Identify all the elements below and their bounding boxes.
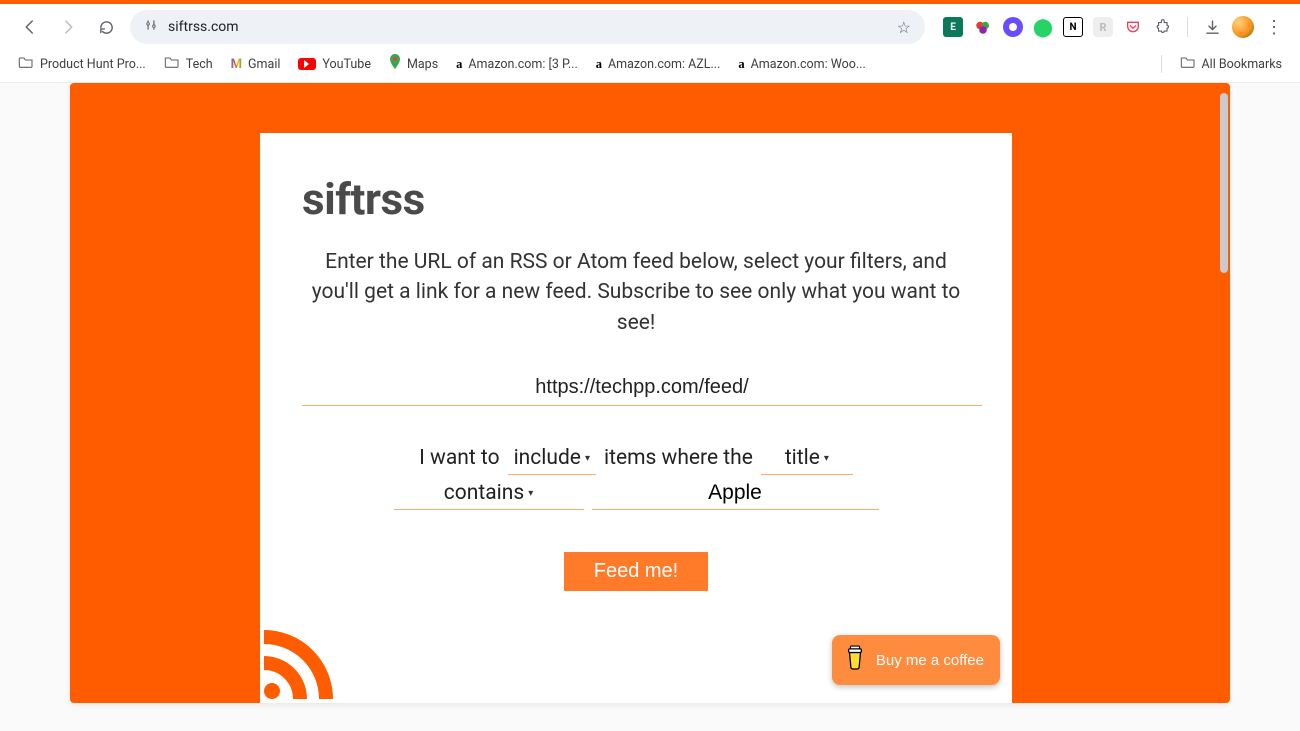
back-button[interactable]	[16, 13, 44, 41]
filter-field-value: title	[785, 446, 820, 470]
bookmark-item[interactable]: a Amazon.com: [3 P...	[456, 57, 578, 72]
bookmark-star-icon[interactable]: ☆	[897, 18, 911, 37]
folder-icon	[18, 55, 34, 73]
chevron-down-icon: ▾	[585, 453, 590, 464]
bookmark-label: Tech	[186, 57, 213, 72]
bookmark-item[interactable]: a Amazon.com: Woo...	[738, 57, 865, 72]
bookmarks-bar: Product Hunt Pro... Tech M Gmail YouTube…	[0, 50, 1300, 83]
separator	[1187, 17, 1188, 37]
profile-avatar[interactable]	[1232, 16, 1254, 38]
filter-field-select[interactable]: title ▾	[761, 446, 853, 475]
bookmark-label: YouTube	[322, 57, 371, 72]
rss-icon	[260, 623, 340, 703]
bookmark-item[interactable]: Maps	[389, 54, 438, 74]
maps-icon	[389, 54, 401, 74]
filter-builder: I want to include ▾ items where the titl…	[302, 446, 970, 510]
extension-icons: E ⬤ N R ⋮	[935, 16, 1284, 38]
bookmark-label: Maps	[407, 57, 438, 72]
bookmark-item[interactable]: M Gmail	[231, 57, 281, 72]
bookmark-label: Product Hunt Pro...	[40, 57, 146, 72]
feed-me-button[interactable]: Feed me!	[564, 552, 708, 591]
chevron-down-icon: ▾	[824, 453, 829, 464]
bookmark-label: Amazon.com: Woo...	[751, 57, 866, 72]
gmail-icon: M	[231, 57, 242, 72]
bookmark-label: Gmail	[248, 57, 280, 72]
reload-button[interactable]	[92, 13, 120, 41]
omnibox-url: siftrss.com	[168, 19, 887, 35]
filter-prefix-text: I want to	[419, 446, 499, 470]
intro-text: Enter the URL of an RSS or Atom feed bel…	[302, 247, 970, 338]
amazon-icon: a	[456, 57, 462, 72]
filter-mode-value: include	[514, 446, 581, 470]
address-bar[interactable]: siftrss.com ☆	[130, 10, 925, 44]
extensions-puzzle-icon[interactable]	[1153, 17, 1173, 37]
all-bookmarks-button[interactable]: All Bookmarks	[1180, 55, 1283, 73]
all-bookmarks-label: All Bookmarks	[1202, 57, 1283, 72]
bookmark-label: Amazon.com: [3 P...	[468, 57, 577, 72]
main-card: siftrss Enter the URL of an RSS or Atom …	[260, 133, 1012, 703]
separator	[1161, 55, 1162, 73]
filter-term-input[interactable]	[592, 481, 879, 510]
youtube-icon	[298, 58, 316, 70]
extension-icon[interactable]	[1003, 17, 1023, 37]
bookmark-label: Amazon.com: AZL...	[608, 57, 720, 72]
downloads-icon[interactable]	[1202, 17, 1222, 37]
site-settings-icon[interactable]	[144, 18, 158, 36]
bookmark-item[interactable]: a Amazon.com: AZL...	[596, 57, 721, 72]
folder-icon	[1180, 55, 1196, 73]
feed-url-input[interactable]	[302, 372, 982, 406]
extension-icon[interactable]: ⬤	[1033, 17, 1053, 37]
extension-icon[interactable]: E	[943, 17, 963, 37]
buy-me-a-coffee-label: Buy me a coffee	[876, 652, 984, 669]
bookmark-item[interactable]: Product Hunt Pro...	[18, 55, 146, 73]
extension-icon[interactable]	[973, 17, 993, 37]
filter-middle-text: items where the	[604, 446, 753, 470]
extension-icon[interactable]: R	[1093, 17, 1113, 37]
extension-icon[interactable]: N	[1063, 17, 1083, 37]
forward-button[interactable]	[54, 13, 82, 41]
app-logo: siftrss	[302, 173, 970, 225]
folder-icon	[164, 55, 180, 73]
filter-matcher-select[interactable]: contains ▾	[394, 481, 584, 510]
chrome-menu-icon[interactable]: ⋮	[1264, 17, 1284, 37]
browser-toolbar: siftrss.com ☆ E ⬤ N R ⋮	[0, 4, 1300, 50]
pocket-icon[interactable]	[1123, 17, 1143, 37]
filter-mode-select[interactable]: include ▾	[508, 446, 596, 475]
chevron-down-icon: ▾	[528, 488, 533, 499]
filter-matcher-value: contains	[444, 481, 524, 505]
vertical-scrollbar[interactable]	[1220, 93, 1228, 273]
bookmark-item[interactable]: Tech	[164, 55, 213, 73]
amazon-icon: a	[738, 57, 744, 72]
coffee-cup-icon	[844, 645, 866, 675]
page-viewport: siftrss Enter the URL of an RSS or Atom …	[70, 83, 1230, 703]
amazon-icon: a	[596, 57, 602, 72]
buy-me-a-coffee-button[interactable]: Buy me a coffee	[832, 635, 1000, 685]
bookmark-item[interactable]: YouTube	[298, 57, 371, 72]
